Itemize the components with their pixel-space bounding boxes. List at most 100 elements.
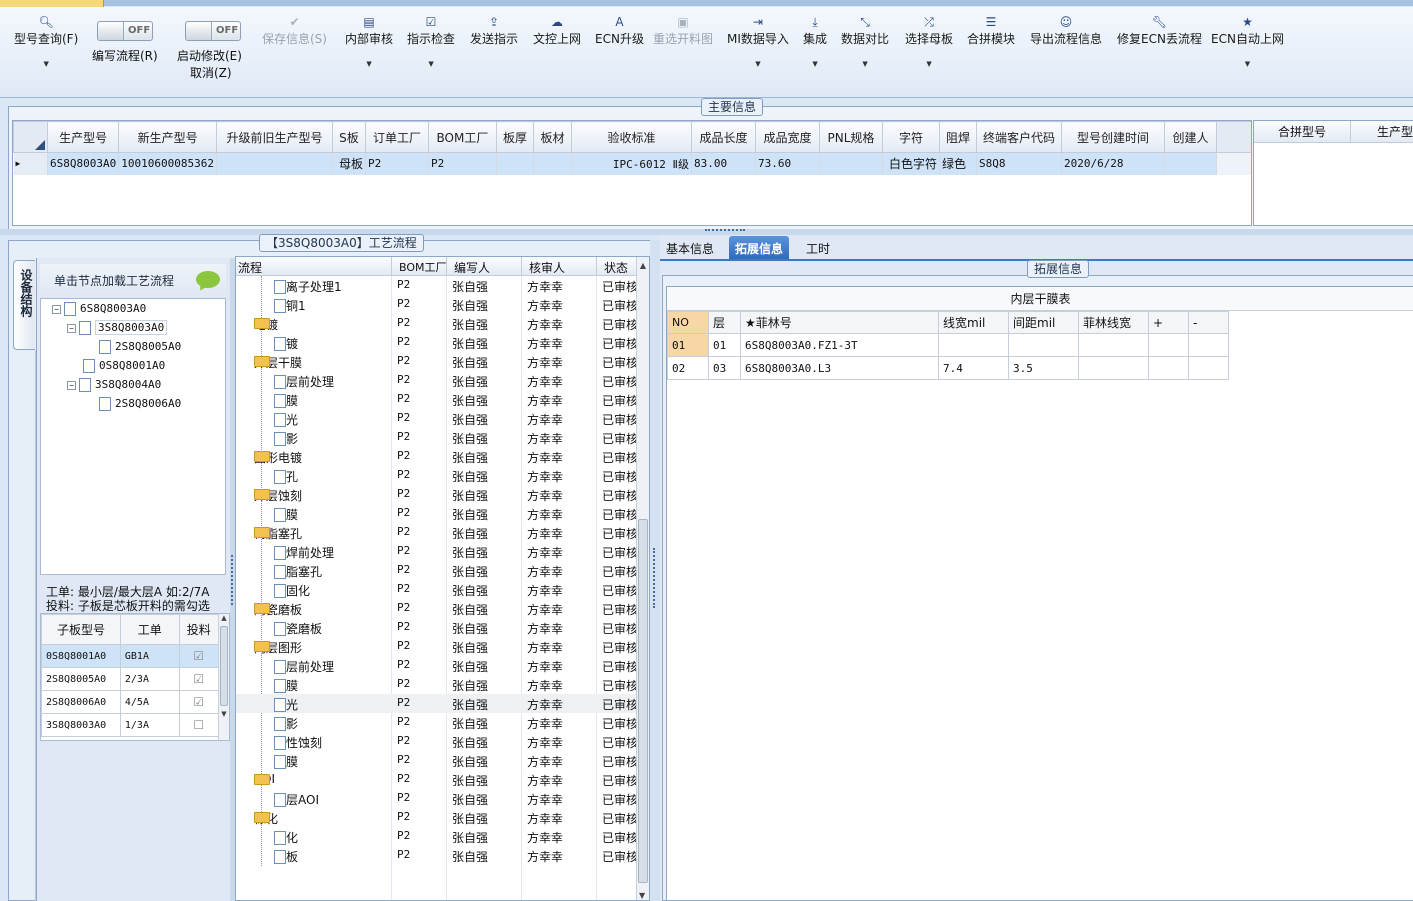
col-header[interactable]: 字符 xyxy=(881,121,940,153)
cell[interactable]: 2S8Q8006A0 xyxy=(41,690,121,714)
modify-toggle[interactable]: OFF xyxy=(185,21,241,41)
cell[interactable]: 3S8Q8003A0 xyxy=(41,713,121,737)
write-flow-toggle[interactable]: OFF xyxy=(97,21,153,41)
process-scrollbar[interactable]: ▲ ▼ xyxy=(636,257,649,900)
process-row[interactable]: −外层干膜 P2 张自强 方幸幸 已审核 xyxy=(236,352,636,371)
reselect-button[interactable]: ▣ 重选开料图 xyxy=(653,14,713,48)
process-row[interactable]: 贴膜 P2 张自强 方幸幸 已审核 xyxy=(236,675,636,694)
process-row[interactable]: 退膜 P2 张自强 方幸幸 已审核 xyxy=(236,504,636,523)
save-button[interactable]: ✔ 保存信息(S) xyxy=(262,14,327,48)
export-flow-button[interactable]: ☺ 导出流程信息 xyxy=(1030,14,1102,48)
col-header[interactable]: 层 xyxy=(708,311,741,334)
mi-import-button[interactable]: ⇥ MI数据导入 ▼ xyxy=(727,14,789,68)
tab-basic-info[interactable]: 基本信息 xyxy=(660,236,720,260)
tab-work-hours[interactable]: 工时 xyxy=(800,236,836,260)
cell[interactable]: 2S8Q8005A0 xyxy=(41,667,121,691)
process-row[interactable]: −内层图形 P2 张自强 方幸幸 已审核 xyxy=(236,637,636,656)
process-row[interactable]: 外层前处理 P2 张自强 方幸幸 已审核 xyxy=(236,371,636,390)
col-header[interactable]: NO xyxy=(667,311,709,334)
send-indicator-button[interactable]: ⇪ 发送指示 xyxy=(470,14,518,48)
col-header[interactable]: 验收标准 xyxy=(570,121,692,153)
device-structure-tab[interactable]: 设备结构 xyxy=(13,260,35,350)
doc-upload-button[interactable]: ☁ 文控上网 xyxy=(533,14,581,48)
cell[interactable]: 2/3A xyxy=(119,667,180,691)
sub-grid-scrollbar[interactable]: ▲ ▼ xyxy=(218,614,229,740)
process-row[interactable]: 贴膜 P2 张自强 方幸幸 已审核 xyxy=(236,390,636,409)
process-row[interactable]: 镀孔 P2 张自强 方幸幸 已审核 xyxy=(236,466,636,485)
table-row[interactable]: 3S8Q8003A0 1/3A ☐ xyxy=(41,713,220,737)
tree-node[interactable]: 2S8Q8006A0 xyxy=(99,397,181,411)
splitter-grip[interactable] xyxy=(705,229,745,233)
checkbox-unchecked[interactable]: ☐ xyxy=(178,713,220,737)
fix-ecn-button[interactable]: 🔧︎ 修复ECN丢流程 xyxy=(1117,14,1202,48)
checkbox-checked[interactable]: ☑ xyxy=(178,667,220,691)
cell[interactable]: 7.4 xyxy=(938,356,1009,380)
process-row[interactable]: −棕化 P2 张自强 方幸幸 已审核 xyxy=(236,808,636,827)
col-header[interactable]: 子板型号 xyxy=(41,614,121,645)
select-mother-button[interactable]: ⤮ 选择母板 ▼ xyxy=(905,14,953,68)
cell[interactable]: P2 xyxy=(428,152,497,175)
cell[interactable]: 4/5A xyxy=(119,690,180,714)
cell[interactable]: 1/3A xyxy=(119,713,180,737)
process-row[interactable]: 等离子处理1 P2 张自强 方幸幸 已审核 xyxy=(236,276,636,295)
indicator-check-button[interactable]: ☑ 指示检查 ▼ xyxy=(407,14,455,68)
col-header[interactable]: 成品长度 xyxy=(690,121,756,153)
cell[interactable] xyxy=(496,152,534,175)
col-header[interactable]: 编写人 xyxy=(454,259,490,276)
col-header[interactable]: 生产型号 xyxy=(46,121,120,153)
col-header[interactable]: 板厚 xyxy=(495,121,534,153)
col-header[interactable]: 工单 xyxy=(119,614,180,645)
cell[interactable] xyxy=(216,152,333,175)
col-header[interactable]: 阻焊 xyxy=(938,121,977,153)
cell[interactable]: GB1A xyxy=(119,644,180,668)
cell[interactable]: P2 xyxy=(365,152,429,175)
process-row[interactable]: 烘板 P2 张自强 方幸幸 已审核 xyxy=(236,846,636,865)
remove-column-header[interactable]: - xyxy=(1188,311,1229,334)
col-header[interactable]: S板 xyxy=(331,121,366,153)
col-header[interactable]: 生产型 xyxy=(1351,121,1413,142)
process-row[interactable]: 终固化 P2 张自强 方幸幸 已审核 xyxy=(236,580,636,599)
scroll-down-icon[interactable]: ▼ xyxy=(639,891,645,900)
table-row[interactable]: 2S8Q8005A0 2/3A ☑ xyxy=(41,667,220,691)
internal-review-button[interactable]: ▤ 内部审核 ▼ xyxy=(345,14,393,68)
cell[interactable]: 白色字符 xyxy=(882,152,940,175)
cell[interactable]: 0S8Q8001A0 xyxy=(41,644,121,668)
compare-button[interactable]: ⤡ 数据对比 ▼ xyxy=(841,14,889,68)
col-header[interactable]: 间距mil xyxy=(1008,311,1079,334)
cell[interactable] xyxy=(1188,333,1229,357)
col-header[interactable]: 新生产型号 xyxy=(118,121,217,153)
cell[interactable] xyxy=(1078,333,1149,357)
process-row[interactable]: 树脂塞孔 P2 张自强 方幸幸 已审核 xyxy=(236,561,636,580)
table-row[interactable]: 2S8Q8006A0 4/5A ☑ xyxy=(41,690,220,714)
process-row[interactable]: −电镀 P2 张自强 方幸幸 已审核 xyxy=(236,314,636,333)
checkbox-checked[interactable]: ☑ xyxy=(178,690,220,714)
middle-splitter-grip[interactable] xyxy=(653,548,656,608)
col-header[interactable]: ★菲林号 xyxy=(740,311,939,334)
process-row[interactable]: 曝光 P2 张自强 方幸幸 已审核 xyxy=(236,409,636,428)
cell[interactable]: 2020/6/28 xyxy=(1061,152,1165,175)
cell[interactable]: 73.60 xyxy=(755,152,820,175)
tree-node[interactable]: − 3S8Q8004A0 xyxy=(67,378,161,392)
tree-node[interactable]: − 6S8Q8003A0 xyxy=(52,302,146,316)
cell[interactable]: 03 xyxy=(708,356,741,380)
col-header[interactable]: 投料 xyxy=(178,614,220,645)
col-header[interactable]: 核审人 xyxy=(529,259,565,276)
cell[interactable] xyxy=(1148,333,1189,357)
cancel-label[interactable]: 取消(Z) xyxy=(190,65,232,82)
cell[interactable]: 绿色 xyxy=(939,152,977,175)
col-header[interactable]: 板材 xyxy=(532,121,572,153)
cell[interactable]: 83.00 xyxy=(691,152,756,175)
cell[interactable]: 6S8Q8003A0.FZ1-3T xyxy=(740,333,939,357)
cell[interactable]: 02 xyxy=(667,356,709,380)
query-button[interactable]: 🔍︎ 型号查询(F) ▼ xyxy=(14,14,78,68)
process-row[interactable]: −图形电镀 P2 张自强 方幸幸 已审核 xyxy=(236,447,636,466)
cell[interactable] xyxy=(938,333,1009,357)
cell[interactable]: 6S8Q8003A0.L3 xyxy=(740,356,939,380)
col-header[interactable]: 终端客户代码 xyxy=(975,121,1062,153)
tree-node-selected[interactable]: − 3S8Q8003A0 xyxy=(67,320,168,335)
cell[interactable] xyxy=(1164,152,1217,175)
cell[interactable]: S8Q8 xyxy=(976,152,1062,175)
col-header[interactable]: BOM工厂 xyxy=(399,259,447,275)
table-row[interactable]: 01 01 6S8Q8003A0.FZ1-3T xyxy=(667,333,1229,357)
ecn-upgrade-button[interactable]: A ECN升级 xyxy=(595,14,644,48)
